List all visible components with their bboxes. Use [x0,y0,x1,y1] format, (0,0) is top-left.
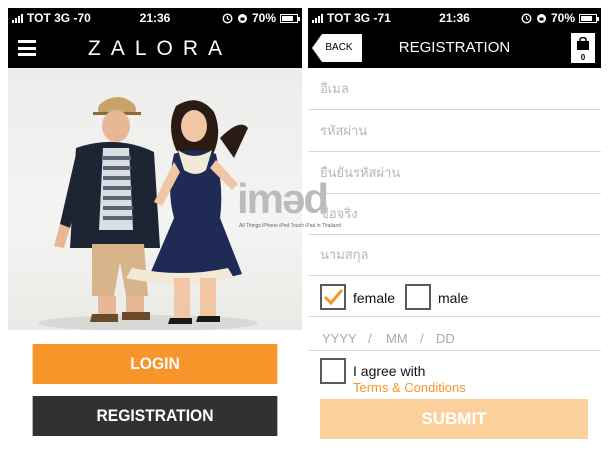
battery-icon [579,13,599,23]
male-label: male [438,290,469,306]
email-input[interactable] [318,76,582,102]
last-name-field-row [308,234,601,276]
female-label: female [353,290,396,306]
terms-link[interactable]: Terms & Conditions [353,380,466,395]
date-separator: / [420,331,424,346]
status-right: 70% [521,11,599,25]
status-right: 70% [222,11,300,25]
top-nav-bar: ZALORA [8,28,302,68]
battery-icon [280,13,300,23]
login-button[interactable]: LOGIN [32,344,278,384]
first-name-input[interactable] [318,201,582,227]
battery-percent: 70% [251,11,276,25]
male-checkbox[interactable] [405,284,431,310]
brand-logo: ZALORA [87,37,233,60]
lock-rotation-icon [536,13,546,23]
status-bar: TOT 3G -71 21:36 70% [308,8,601,28]
agree-checkbox[interactable] [320,358,346,384]
gender-row: female male [308,276,601,317]
birth-month-input[interactable]: MM [386,331,408,346]
hero-image [8,68,302,330]
status-bar: TOT 3G -70 21:36 70% [8,8,302,28]
confirm-password-input[interactable] [318,160,582,186]
email-field-row [308,68,601,110]
page-title: REGISTRATION [398,39,511,56]
cart-count: 0 [580,53,586,62]
battery-percent: 70% [550,11,575,25]
alarm-icon [521,12,532,24]
registration-screen: TOT 3G -71 21:36 70% BACK REGISTRATION 0 [308,8,601,448]
alarm-icon [222,12,233,24]
cart-button[interactable]: 0 [571,33,595,63]
birth-year-input[interactable]: YYYY [322,331,357,346]
female-checkbox[interactable] [320,284,346,310]
shopping-bag-icon [577,37,589,50]
first-name-field-row [308,193,601,235]
confirm-password-field-row [308,152,601,194]
agree-label: I agree with [353,363,426,379]
submit-button[interactable]: SUBMIT [320,399,588,439]
login-screen: TOT 3G -70 21:36 70% ZALORA LOGIN REGIST… [8,8,302,448]
divider [308,350,601,351]
date-separator: / [368,331,372,346]
birth-day-input[interactable]: DD [436,331,455,346]
lock-rotation-icon [237,13,247,23]
models-photo [38,97,258,330]
checkmark-icon [323,289,344,306]
registration-button[interactable]: REGISTRATION [32,396,278,436]
password-field-row [308,110,601,152]
password-input[interactable] [318,118,582,144]
top-nav-bar: BACK REGISTRATION 0 [308,28,601,68]
last-name-input[interactable] [318,242,582,268]
